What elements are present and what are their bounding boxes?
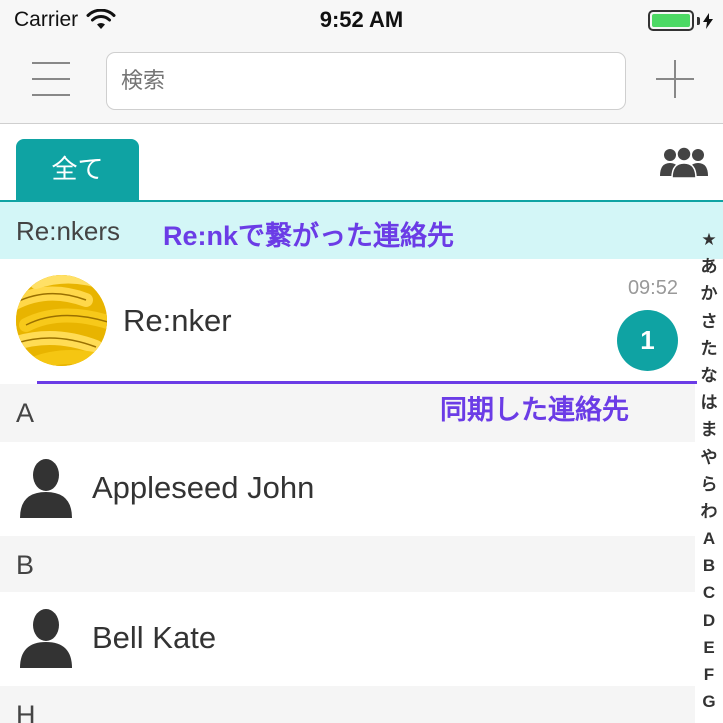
- index-item-wa[interactable]: わ: [695, 498, 723, 525]
- index-item-e[interactable]: E: [695, 634, 723, 661]
- index-item-c[interactable]: C: [695, 579, 723, 606]
- renker-name: Re:nker: [123, 303, 232, 338]
- group-icon[interactable]: [660, 146, 708, 178]
- index-item-b[interactable]: B: [695, 552, 723, 579]
- contact-row[interactable]: Appleseed John: [0, 442, 695, 536]
- plus-icon[interactable]: [656, 60, 694, 98]
- status-bar: Carrier 9:52 AM: [0, 0, 723, 40]
- section-index-bar[interactable]: ★ あ か さ た な は ま や ら わ A B C D E F G: [695, 226, 723, 715]
- person-icon: [20, 609, 72, 668]
- battery-icon: [648, 10, 694, 31]
- index-item-d[interactable]: D: [695, 607, 723, 634]
- contact-name: Bell Kate: [92, 620, 217, 655]
- battery-indicator: [648, 10, 713, 31]
- index-item-ha[interactable]: は: [695, 389, 723, 416]
- tab-strip: 全て: [0, 124, 723, 202]
- hamburger-icon[interactable]: [32, 62, 70, 96]
- index-item-a-kana[interactable]: あ: [695, 253, 723, 280]
- section-letter: H: [16, 700, 36, 723]
- index-item-ya[interactable]: や: [695, 444, 723, 471]
- section-letter: A: [16, 398, 35, 428]
- index-item-ta[interactable]: た: [695, 335, 723, 362]
- index-item-sa[interactable]: さ: [695, 308, 723, 335]
- renker-contact-row[interactable]: Re:nker 09:52 1: [0, 259, 723, 382]
- index-item-a[interactable]: A: [695, 525, 723, 552]
- unread-badge: 1: [617, 310, 678, 371]
- charging-bolt-icon: [703, 12, 713, 29]
- index-item-ra[interactable]: ら: [695, 471, 723, 498]
- index-item-g[interactable]: G: [695, 688, 723, 715]
- index-item-star[interactable]: ★: [695, 226, 723, 253]
- nav-bar: [0, 40, 723, 124]
- contact-row[interactable]: Bell Kate: [0, 592, 695, 686]
- section-letter: B: [16, 550, 35, 580]
- index-item-ma[interactable]: ま: [695, 416, 723, 443]
- tab-all[interactable]: 全て: [16, 139, 139, 202]
- status-time: 9:52 AM: [319, 7, 404, 32]
- section-header-h: H: [0, 686, 695, 723]
- renkers-annotation: Re:nkで繋がった連絡先: [163, 221, 455, 251]
- person-icon: [20, 459, 72, 518]
- renkers-header-label: Re:nkers: [16, 216, 121, 246]
- contact-name: Appleseed John: [92, 470, 315, 505]
- banana-avatar: [16, 275, 107, 366]
- section-header-b: B: [0, 536, 695, 594]
- renker-time: 09:52: [627, 277, 678, 299]
- index-item-ka[interactable]: か: [695, 280, 723, 307]
- index-item-f[interactable]: F: [695, 661, 723, 688]
- sync-annotation: 同期した連絡先: [440, 395, 629, 425]
- index-item-na[interactable]: な: [695, 362, 723, 389]
- search-input[interactable]: [106, 52, 626, 110]
- renkers-section-header: Re:nkers Re:nkで繋がった連絡先: [0, 202, 723, 259]
